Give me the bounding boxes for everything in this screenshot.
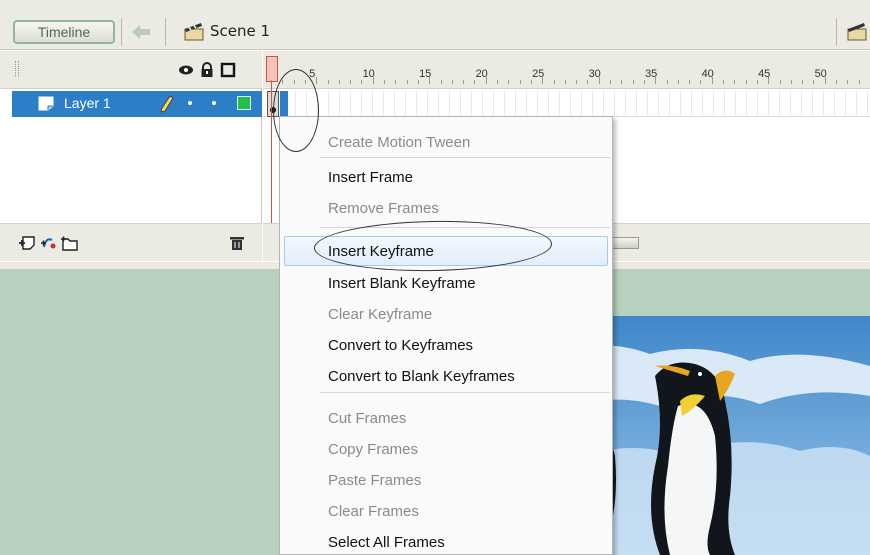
layer-footer: [0, 223, 262, 261]
timeline-toolbar: Timeline Scene 1: [0, 0, 870, 50]
menu-item-select-all-frames[interactable]: Select All Frames: [328, 534, 445, 552]
ruler-tick: [858, 80, 860, 84]
menu-item-copy-frames[interactable]: Copy Frames: [328, 441, 418, 459]
ruler-tick: [350, 80, 352, 84]
scene-name[interactable]: Scene 1: [210, 22, 270, 40]
grip-handle[interactable]: [15, 61, 19, 77]
lock-dot[interactable]: [212, 101, 216, 105]
ruler-number: 45: [758, 68, 771, 80]
ruler-tick: [530, 80, 532, 84]
ruler-number: 30: [588, 68, 601, 80]
eye-icon[interactable]: [178, 62, 194, 78]
layer-name[interactable]: Layer 1: [64, 95, 111, 111]
ruler-tick: [779, 80, 781, 84]
ruler-tick: [327, 80, 329, 84]
clapperboard-icon: [184, 23, 204, 41]
ruler-tick: [440, 80, 442, 84]
toolbar-divider: [165, 18, 166, 46]
context-menu: Create Motion Tween Insert Frame Remove Fr…: [279, 116, 613, 555]
frame-row[interactable]: [263, 91, 870, 117]
ruler-tick: [587, 80, 589, 84]
back-arrow-icon[interactable]: [130, 22, 152, 42]
ruler-number: 25: [532, 68, 545, 80]
toolbar-divider: [836, 18, 837, 46]
menu-item-paste-frames[interactable]: Paste Frames: [328, 472, 421, 490]
ruler-tick: [497, 80, 498, 84]
ruler-tick: [632, 80, 634, 84]
ruler-tick: [802, 80, 804, 84]
ruler-tick: [700, 80, 702, 84]
annotation-ellipse: [273, 69, 319, 152]
ruler-number: 40: [701, 68, 714, 80]
ruler-tick: [508, 80, 510, 84]
ruler-number: 20: [475, 68, 488, 80]
menu-item-clear-keyframe[interactable]: Clear Keyframe: [328, 306, 432, 324]
ruler-tick: [451, 80, 453, 84]
ruler-tick: [677, 80, 679, 84]
trash-icon[interactable]: [228, 235, 246, 251]
ruler-tick: [813, 80, 815, 84]
add-motion-guide-icon[interactable]: [40, 235, 58, 251]
ruler-tick: [564, 80, 566, 84]
ruler-tick: [745, 80, 747, 84]
ruler-tick: [338, 80, 340, 84]
playhead[interactable]: [266, 56, 278, 82]
pencil-icon: [160, 95, 174, 113]
menu-separator: [320, 392, 610, 393]
ruler-tick: [417, 80, 419, 84]
ruler-tick: [756, 80, 758, 84]
ruler-tick: [395, 80, 397, 84]
insert-folder-icon[interactable]: [60, 235, 78, 251]
outline-color-square[interactable]: [237, 96, 251, 110]
layer-header: [0, 51, 262, 89]
ruler-tick: [723, 80, 724, 84]
ruler-tick: [576, 80, 578, 84]
menu-item-insert-frame[interactable]: Insert Frame: [328, 169, 413, 187]
ruler-tick: [666, 80, 668, 84]
menu-separator: [320, 157, 610, 158]
ruler-number: 15: [419, 68, 432, 80]
ruler-tick: [734, 80, 736, 84]
ruler-tick: [361, 80, 363, 84]
ruler-tick: [610, 80, 611, 84]
visibility-dot[interactable]: [188, 101, 192, 105]
ruler-tick: [316, 77, 318, 84]
ruler-tick: [384, 80, 385, 84]
ruler-tick: [553, 80, 555, 84]
ruler-tick: [474, 80, 476, 84]
insert-layer-icon[interactable]: [18, 235, 36, 251]
ruler-number: 10: [362, 68, 375, 80]
ruler-tick: [406, 80, 408, 84]
menu-item-clear-frames[interactable]: Clear Frames: [328, 503, 419, 521]
ruler-number: 50: [814, 68, 827, 80]
ruler-tick: [463, 80, 465, 84]
layer-row[interactable]: Layer 1: [12, 91, 262, 117]
ruler-tick: [643, 80, 645, 84]
ruler-tick: [836, 80, 837, 84]
ruler-tick: [847, 80, 849, 84]
ruler-number: 35: [645, 68, 658, 80]
layer-page-icon: [38, 96, 54, 111]
ruler-tick: [689, 80, 691, 84]
ruler-tick: [790, 80, 792, 84]
menu-item-remove-frames[interactable]: Remove Frames: [328, 200, 439, 218]
toolbar-divider: [121, 18, 122, 46]
outline-icon[interactable]: [220, 62, 236, 78]
ruler-tick: [621, 80, 623, 84]
menu-item-insert-blank-keyframe[interactable]: Insert Blank Keyframe: [328, 275, 476, 293]
lock-icon[interactable]: [199, 62, 215, 78]
layer-panel: Layer 1: [0, 51, 262, 261]
menu-item-cut-frames[interactable]: Cut Frames: [328, 410, 406, 428]
edit-scene-icon[interactable]: [846, 21, 868, 41]
menu-item-create-motion-tween[interactable]: Create Motion Tween: [328, 134, 470, 152]
timeline-button[interactable]: Timeline: [13, 20, 115, 44]
menu-item-convert-to-keyframes[interactable]: Convert to Keyframes: [328, 337, 473, 355]
menu-item-convert-to-blank-keyframes[interactable]: Convert to Blank Keyframes: [328, 368, 515, 386]
ruler-tick: [519, 80, 521, 84]
frame-ruler[interactable]: 5 10 15 20 25 30 35 40 45 50: [263, 51, 870, 89]
